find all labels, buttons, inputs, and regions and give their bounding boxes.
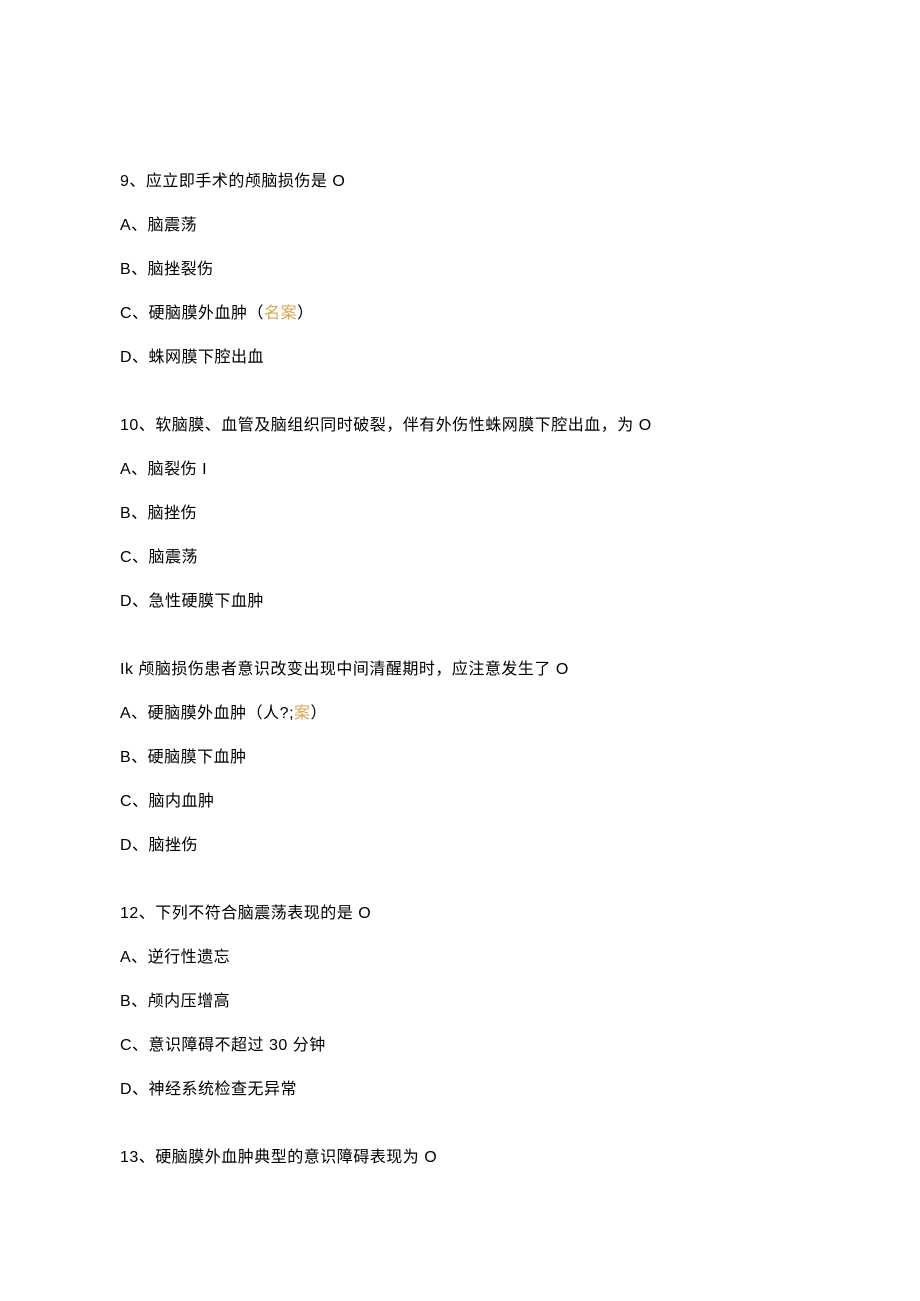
option-b: B、硬脑膜下血肿 bbox=[120, 746, 800, 770]
question-stem: 13、硬脑膜外血肿典型的意识障碍表现为 O bbox=[120, 1146, 800, 1170]
option-b: B、脑挫伤 bbox=[120, 502, 800, 526]
option-a: A、逆行性遗忘 bbox=[120, 946, 800, 970]
option-d: D、脑挫伤 bbox=[120, 834, 800, 858]
option-c-text: C、硬脑膜外血肿（ bbox=[120, 305, 264, 322]
spacer bbox=[120, 634, 800, 658]
option-b: B、颅内压增高 bbox=[120, 990, 800, 1014]
option-a-suffix: ） bbox=[311, 705, 328, 722]
option-a: A、脑震荡 bbox=[120, 214, 800, 238]
option-a: A、脑裂伤 I bbox=[120, 458, 800, 482]
option-d: D、蛛网膜下腔出血 bbox=[120, 346, 800, 370]
spacer bbox=[120, 390, 800, 414]
question-stem: 9、应立即手术的颅脑损伤是 O bbox=[120, 170, 800, 194]
option-d: D、神经系统检查无异常 bbox=[120, 1078, 800, 1102]
spacer bbox=[120, 878, 800, 902]
option-b: B、脑挫裂伤 bbox=[120, 258, 800, 282]
option-d: D、急性硬膜下血肿 bbox=[120, 590, 800, 614]
document-page: 9、应立即手术的颅脑损伤是 O A、脑震荡 B、脑挫裂伤 C、硬脑膜外血肿（名案… bbox=[0, 0, 920, 1290]
option-c: C、脑内血肿 bbox=[120, 790, 800, 814]
spacer bbox=[120, 1122, 800, 1146]
option-c-suffix: ） bbox=[297, 305, 314, 322]
answer-tag: 案 bbox=[294, 705, 311, 722]
option-c: C、脑震荡 bbox=[120, 546, 800, 570]
question-stem: Ik 颅脑损伤患者意识改变出现中间清醒期时，应注意发生了 O bbox=[120, 658, 800, 682]
option-c: C、意识障碍不超过 30 分钟 bbox=[120, 1034, 800, 1058]
answer-tag: 名案 bbox=[264, 305, 297, 322]
option-a-text: A、硬脑膜外血肿（人?; bbox=[120, 705, 294, 722]
option-c: C、硬脑膜外血肿（名案） bbox=[120, 302, 800, 326]
question-stem: 12、下列不符合脑震荡表现的是 O bbox=[120, 902, 800, 926]
question-stem: 10、软脑膜、血管及脑组织同时破裂，伴有外伤性蛛网膜下腔出血，为 O bbox=[120, 414, 800, 438]
option-a: A、硬脑膜外血肿（人?;案） bbox=[120, 702, 800, 726]
